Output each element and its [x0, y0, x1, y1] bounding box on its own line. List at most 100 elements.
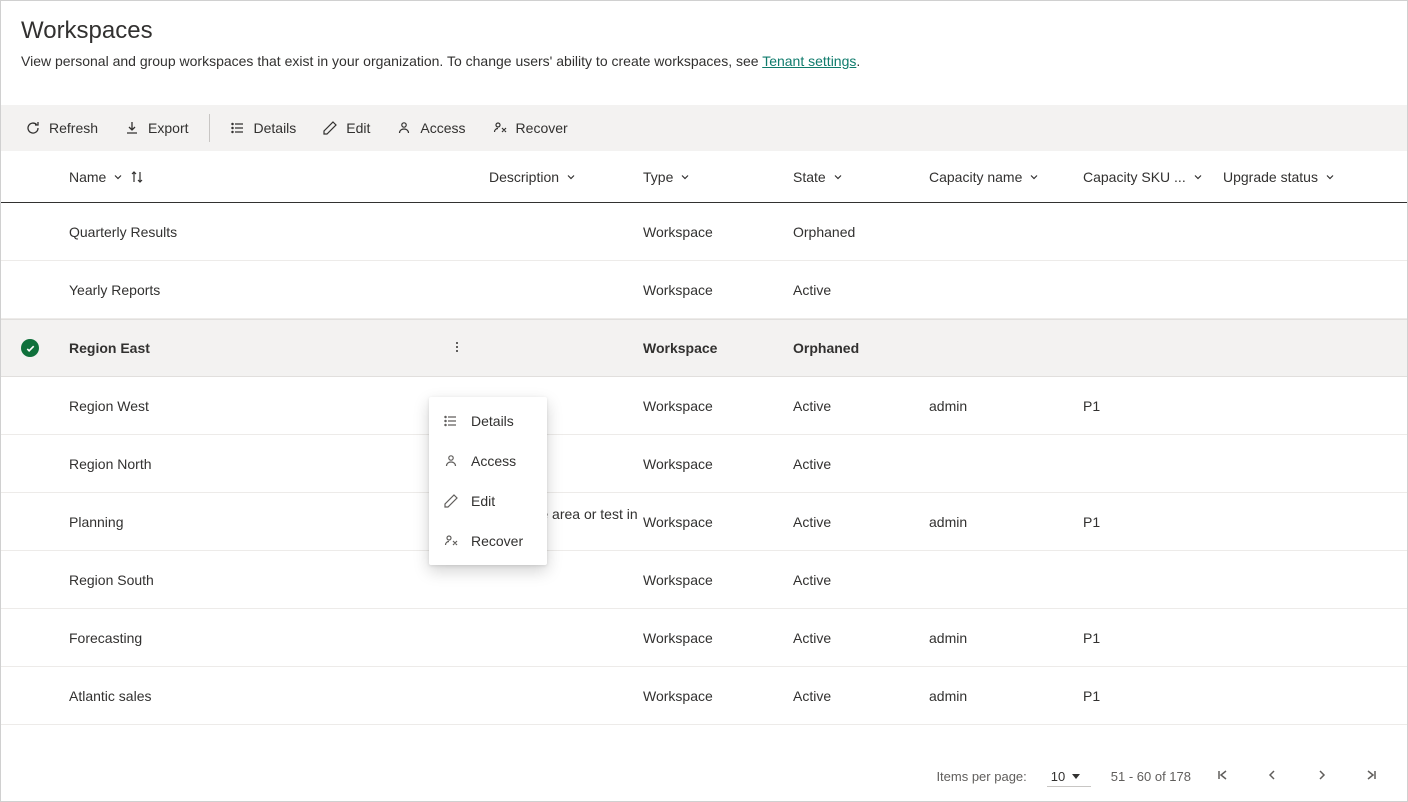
- refresh-icon: [25, 120, 41, 136]
- context-details-label: Details: [471, 413, 514, 429]
- row-check-cell[interactable]: [11, 339, 69, 357]
- table-header-row: Name Description Type State Capacity nam…: [1, 151, 1407, 203]
- table-row[interactable]: Quarterly ResultsWorkspaceOrphaned: [1, 203, 1407, 261]
- column-state-label: State: [793, 169, 826, 185]
- column-capacity-sku-label: Capacity SKU ...: [1083, 169, 1186, 185]
- context-details[interactable]: Details: [429, 401, 547, 441]
- export-button[interactable]: Export: [114, 114, 198, 142]
- column-header-upgrade-status[interactable]: Upgrade status: [1223, 169, 1363, 185]
- recover-icon: [492, 120, 508, 136]
- cell-capacity-sku: P1: [1083, 630, 1223, 646]
- pager: Items per page: 10 51 - 60 of 178: [936, 764, 1383, 789]
- column-header-capacity-name[interactable]: Capacity name: [929, 169, 1083, 185]
- refresh-label: Refresh: [49, 120, 98, 136]
- chevron-down-icon: [1028, 171, 1040, 183]
- chevron-down-icon: [679, 171, 691, 183]
- items-per-page-value: 10: [1051, 769, 1065, 784]
- column-header-state[interactable]: State: [793, 169, 929, 185]
- column-header-type[interactable]: Type: [643, 169, 793, 185]
- chevron-down-icon: [112, 171, 124, 183]
- chevron-down-icon: [565, 171, 577, 183]
- column-type-label: Type: [643, 169, 673, 185]
- cell-name: Quarterly Results: [69, 224, 489, 240]
- page-title: Workspaces: [21, 17, 1387, 45]
- list-icon: [443, 413, 459, 429]
- toolbar: Refresh Export Details Edit Access: [1, 105, 1407, 151]
- context-recover-label: Recover: [471, 533, 523, 549]
- cell-type: Workspace: [643, 340, 793, 356]
- pager-range: 51 - 60 of 178: [1111, 769, 1191, 784]
- table-row[interactable]: Atlantic salesWorkspaceActiveadminP1: [1, 667, 1407, 725]
- access-button[interactable]: Access: [386, 114, 475, 142]
- list-icon: [230, 120, 246, 136]
- refresh-button[interactable]: Refresh: [15, 114, 108, 142]
- details-label: Details: [254, 120, 297, 136]
- cell-name: Forecasting: [69, 630, 489, 646]
- cell-capacity-name: admin: [929, 398, 1083, 414]
- prev-page-button[interactable]: [1261, 764, 1283, 789]
- chevron-down-icon: [832, 171, 844, 183]
- chevron-right-icon: [1315, 768, 1329, 785]
- details-button[interactable]: Details: [220, 114, 307, 142]
- items-per-page-select[interactable]: 10: [1047, 767, 1091, 787]
- recover-label: Recover: [516, 120, 568, 136]
- table-row[interactable]: Region WestWorkspaceActiveadminP1: [1, 377, 1407, 435]
- cell-capacity-name: admin: [929, 630, 1083, 646]
- tenant-settings-link[interactable]: Tenant settings: [762, 53, 856, 69]
- cell-type: Workspace: [643, 630, 793, 646]
- export-label: Export: [148, 120, 188, 136]
- edit-label: Edit: [346, 120, 370, 136]
- chevron-down-icon: [1192, 171, 1204, 183]
- cell-name: Region North: [69, 456, 489, 472]
- edit-button[interactable]: Edit: [312, 114, 380, 142]
- table-row[interactable]: PlanningorkSpace area or test in BBTWork…: [1, 493, 1407, 551]
- cell-state: Active: [793, 398, 929, 414]
- context-access[interactable]: Access: [429, 441, 547, 481]
- more-options-button[interactable]: [445, 336, 469, 360]
- table-row[interactable]: Yearly ReportsWorkspaceActive: [1, 261, 1407, 319]
- pager-label: Items per page:: [936, 769, 1026, 784]
- cell-state: Active: [793, 572, 929, 588]
- recover-button[interactable]: Recover: [482, 114, 578, 142]
- pencil-icon: [322, 120, 338, 136]
- context-edit[interactable]: Edit: [429, 481, 547, 521]
- cell-type: Workspace: [643, 224, 793, 240]
- next-page-button[interactable]: [1311, 764, 1333, 789]
- cell-name: Atlantic sales: [69, 688, 489, 704]
- cell-state: Active: [793, 514, 929, 530]
- context-menu: Details Access Edit Recover: [429, 397, 547, 565]
- person-icon: [443, 453, 459, 469]
- subtitle: View personal and group workspaces that …: [21, 53, 1387, 69]
- cell-state: Active: [793, 282, 929, 298]
- cell-state: Active: [793, 630, 929, 646]
- first-page-button[interactable]: [1211, 764, 1233, 789]
- column-upgrade-status-label: Upgrade status: [1223, 169, 1318, 185]
- more-vertical-icon: [450, 340, 464, 357]
- cell-type: Workspace: [643, 282, 793, 298]
- last-page-button[interactable]: [1361, 764, 1383, 789]
- column-capacity-name-label: Capacity name: [929, 169, 1022, 185]
- recover-icon: [443, 533, 459, 549]
- context-access-label: Access: [471, 453, 516, 469]
- check-circle-icon: [21, 339, 39, 357]
- column-name-label: Name: [69, 169, 106, 185]
- table-row[interactable]: Region North WorkspaceActive: [1, 435, 1407, 493]
- table-row[interactable]: Region SouthWorkspaceActive: [1, 551, 1407, 609]
- chevron-left-icon: [1265, 768, 1279, 785]
- cell-state: Active: [793, 456, 929, 472]
- cell-type: Workspace: [643, 514, 793, 530]
- column-header-name[interactable]: Name: [69, 169, 489, 185]
- cell-capacity-sku: P1: [1083, 398, 1223, 414]
- cell-name: Region South: [69, 572, 489, 588]
- cell-capacity-name: admin: [929, 688, 1083, 704]
- table-row[interactable]: Forecasting WorkspaceActiveadminP1: [1, 609, 1407, 667]
- column-description-label: Description: [489, 169, 559, 185]
- column-header-capacity-sku[interactable]: Capacity SKU ...: [1083, 169, 1223, 185]
- table-row[interactable]: Region EastWorkspaceOrphaned: [1, 319, 1407, 377]
- column-header-description[interactable]: Description: [489, 169, 643, 185]
- context-edit-label: Edit: [471, 493, 495, 509]
- cell-type: Workspace: [643, 456, 793, 472]
- context-recover[interactable]: Recover: [429, 521, 547, 561]
- sort-icon: [130, 170, 144, 184]
- toolbar-separator: [209, 114, 210, 142]
